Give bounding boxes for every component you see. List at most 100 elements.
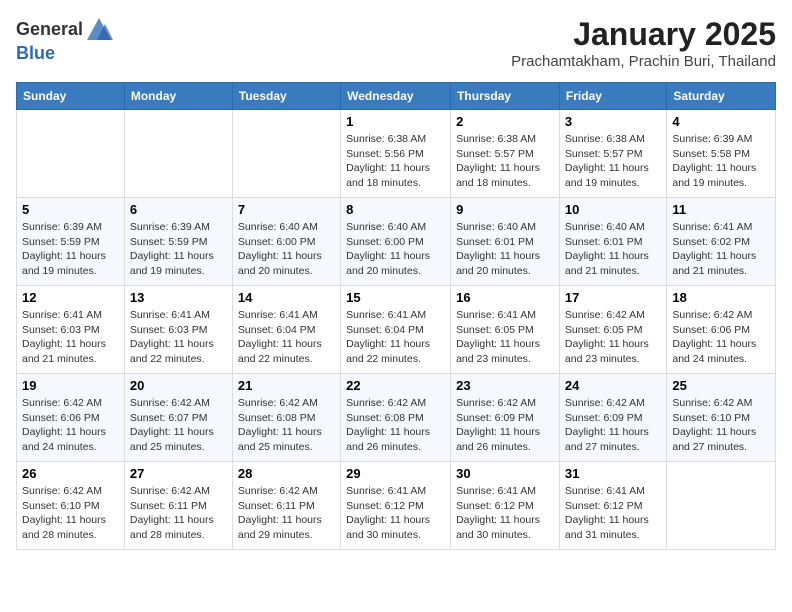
subtitle: Prachamtakham, Prachin Buri, Thailand xyxy=(511,53,776,70)
day-number: 1 xyxy=(346,114,445,129)
day-number: 30 xyxy=(456,466,554,481)
day-number: 25 xyxy=(672,378,770,393)
calendar-cell: 14 Sunrise: 6:41 AM Sunset: 6:04 PM Dayli… xyxy=(232,286,340,374)
day-info: Sunrise: 6:42 AM Sunset: 6:06 PM Dayligh… xyxy=(22,396,119,455)
weekday-header-thursday: Thursday xyxy=(451,83,560,110)
day-number: 16 xyxy=(456,290,554,305)
month-title: January 2025 xyxy=(511,16,776,53)
calendar-cell: 28Sunrise: 6:42 AM Sunset: 6:11 PM Dayli… xyxy=(232,462,340,550)
day-info: Sunrise: 6:42 AM Sunset: 6:07 PM Dayligh… xyxy=(130,396,227,455)
logo: General Blue xyxy=(16,16,113,64)
calendar-cell: 9Sunrise: 6:40 AM Sunset: 6:01 PM Daylig… xyxy=(451,198,560,286)
day-info: Sunrise: 6:39 AM Sunset: 5:59 PM Dayligh… xyxy=(130,220,227,279)
weekday-header-monday: Monday xyxy=(124,83,232,110)
calendar-cell xyxy=(124,110,232,198)
day-number: 9 xyxy=(456,202,554,217)
calendar-cell: 21 Sunrise: 6:42 AM Sunset: 6:08 PM Dayli… xyxy=(232,374,340,462)
calendar-table: SundayMondayTuesdayWednesdayThursdayFrid… xyxy=(16,82,776,550)
day-number: 8 xyxy=(346,202,445,217)
calendar-cell: 23Sunrise: 6:42 AM Sunset: 6:09 PM Dayli… xyxy=(451,374,560,462)
calendar-cell: 22 Sunrise: 6:42 AM Sunset: 6:08 PM Dayli… xyxy=(341,374,451,462)
calendar-cell: 4 Sunrise: 6:39 AM Sunset: 5:58 PM Daylig… xyxy=(667,110,776,198)
day-number: 2 xyxy=(456,114,554,129)
day-info: Sunrise: 6:42 AM Sunset: 6:08 PM Dayligh… xyxy=(238,396,335,455)
day-number: 6 xyxy=(130,202,227,217)
calendar-cell: 19 Sunrise: 6:42 AM Sunset: 6:06 PM Dayli… xyxy=(17,374,125,462)
day-info: Sunrise: 6:40 AM Sunset: 6:00 PM Dayligh… xyxy=(238,220,335,279)
day-info: Sunrise: 6:42 AM Sunset: 6:10 PM Dayligh… xyxy=(22,484,119,543)
day-info: Sunrise: 6:42 AM Sunset: 6:08 PM Dayligh… xyxy=(346,396,445,455)
calendar-cell: 10 Sunrise: 6:40 AM Sunset: 6:01 PM Dayli… xyxy=(559,198,666,286)
day-info: Sunrise: 6:41 AM Sunset: 6:12 PM Dayligh… xyxy=(565,484,661,543)
day-number: 27 xyxy=(130,466,227,481)
day-number: 4 xyxy=(672,114,770,129)
logo-icon xyxy=(85,16,113,44)
calendar-cell: 30 Sunrise: 6:41 AM Sunset: 6:12 PM Dayli… xyxy=(451,462,560,550)
day-number: 19 xyxy=(22,378,119,393)
calendar-cell: 26 Sunrise: 6:42 AM Sunset: 6:10 PM Dayli… xyxy=(17,462,125,550)
day-info: Sunrise: 6:41 AM Sunset: 6:04 PM Dayligh… xyxy=(238,308,335,367)
day-number: 12 xyxy=(22,290,119,305)
calendar-cell xyxy=(667,462,776,550)
day-number: 29 xyxy=(346,466,445,481)
weekday-header-sunday: Sunday xyxy=(17,83,125,110)
calendar-cell xyxy=(232,110,340,198)
calendar-week-row: 19 Sunrise: 6:42 AM Sunset: 6:06 PM Dayli… xyxy=(17,374,776,462)
day-number: 26 xyxy=(22,466,119,481)
calendar-week-row: 5 Sunrise: 6:39 AM Sunset: 5:59 PM Daylig… xyxy=(17,198,776,286)
calendar-cell: 12 Sunrise: 6:41 AM Sunset: 6:03 PM Dayli… xyxy=(17,286,125,374)
calendar-cell: 2 Sunrise: 6:38 AM Sunset: 5:57 PM Daylig… xyxy=(451,110,560,198)
day-info: Sunrise: 6:42 AM Sunset: 6:11 PM Dayligh… xyxy=(130,484,227,543)
calendar-cell: 3 Sunrise: 6:38 AM Sunset: 5:57 PM Daylig… xyxy=(559,110,666,198)
day-number: 3 xyxy=(565,114,661,129)
day-info: Sunrise: 6:41 AM Sunset: 6:12 PM Dayligh… xyxy=(456,484,554,543)
day-info: Sunrise: 6:40 AM Sunset: 6:01 PM Dayligh… xyxy=(565,220,661,279)
calendar-week-row: 1 Sunrise: 6:38 AM Sunset: 5:56 PM Daylig… xyxy=(17,110,776,198)
day-info: Sunrise: 6:42 AM Sunset: 6:11 PM Dayligh… xyxy=(238,484,335,543)
calendar-cell: 16 Sunrise: 6:41 AM Sunset: 6:05 PM Dayli… xyxy=(451,286,560,374)
weekday-header-tuesday: Tuesday xyxy=(232,83,340,110)
calendar-cell: 7 Sunrise: 6:40 AM Sunset: 6:00 PM Daylig… xyxy=(232,198,340,286)
day-info: Sunrise: 6:42 AM Sunset: 6:06 PM Dayligh… xyxy=(672,308,770,367)
calendar-cell: 15 Sunrise: 6:41 AM Sunset: 6:04 PM Dayli… xyxy=(341,286,451,374)
day-info: Sunrise: 6:38 AM Sunset: 5:57 PM Dayligh… xyxy=(565,132,661,191)
calendar-cell: 17Sunrise: 6:42 AM Sunset: 6:05 PM Dayli… xyxy=(559,286,666,374)
logo-blue: Blue xyxy=(16,44,55,64)
day-number: 15 xyxy=(346,290,445,305)
page-header: General Blue January 2025 Prachamtakham,… xyxy=(16,16,776,70)
day-info: Sunrise: 6:39 AM Sunset: 5:58 PM Dayligh… xyxy=(672,132,770,191)
calendar-cell: 18 Sunrise: 6:42 AM Sunset: 6:06 PM Dayli… xyxy=(667,286,776,374)
day-info: Sunrise: 6:42 AM Sunset: 6:10 PM Dayligh… xyxy=(672,396,770,455)
day-info: Sunrise: 6:41 AM Sunset: 6:02 PM Dayligh… xyxy=(672,220,770,279)
day-number: 7 xyxy=(238,202,335,217)
day-number: 11 xyxy=(672,202,770,217)
calendar-cell: 27 Sunrise: 6:42 AM Sunset: 6:11 PM Dayli… xyxy=(124,462,232,550)
day-number: 21 xyxy=(238,378,335,393)
day-info: Sunrise: 6:41 AM Sunset: 6:05 PM Dayligh… xyxy=(456,308,554,367)
calendar-week-row: 12 Sunrise: 6:41 AM Sunset: 6:03 PM Dayli… xyxy=(17,286,776,374)
day-info: Sunrise: 6:39 AM Sunset: 5:59 PM Dayligh… xyxy=(22,220,119,279)
weekday-header-saturday: Saturday xyxy=(667,83,776,110)
day-number: 18 xyxy=(672,290,770,305)
day-info: Sunrise: 6:41 AM Sunset: 6:04 PM Dayligh… xyxy=(346,308,445,367)
day-info: Sunrise: 6:38 AM Sunset: 5:57 PM Dayligh… xyxy=(456,132,554,191)
calendar-cell: 6 Sunrise: 6:39 AM Sunset: 5:59 PM Daylig… xyxy=(124,198,232,286)
day-info: Sunrise: 6:40 AM Sunset: 6:00 PM Dayligh… xyxy=(346,220,445,279)
calendar-cell: 8 Sunrise: 6:40 AM Sunset: 6:00 PM Daylig… xyxy=(341,198,451,286)
calendar-cell: 29Sunrise: 6:41 AM Sunset: 6:12 PM Dayli… xyxy=(341,462,451,550)
calendar-week-row: 26 Sunrise: 6:42 AM Sunset: 6:10 PM Dayli… xyxy=(17,462,776,550)
day-number: 24 xyxy=(565,378,661,393)
calendar-cell: 11 Sunrise: 6:41 AM Sunset: 6:02 PM Dayli… xyxy=(667,198,776,286)
weekday-header-wednesday: Wednesday xyxy=(341,83,451,110)
day-number: 22 xyxy=(346,378,445,393)
day-number: 5 xyxy=(22,202,119,217)
calendar-cell: 25 Sunrise: 6:42 AM Sunset: 6:10 PM Dayli… xyxy=(667,374,776,462)
calendar-cell: 13Sunrise: 6:41 AM Sunset: 6:03 PM Dayli… xyxy=(124,286,232,374)
day-number: 14 xyxy=(238,290,335,305)
calendar-cell: 1 Sunrise: 6:38 AM Sunset: 5:56 PM Daylig… xyxy=(341,110,451,198)
day-number: 23 xyxy=(456,378,554,393)
day-number: 13 xyxy=(130,290,227,305)
day-info: Sunrise: 6:41 AM Sunset: 6:03 PM Dayligh… xyxy=(22,308,119,367)
day-number: 10 xyxy=(565,202,661,217)
day-info: Sunrise: 6:38 AM Sunset: 5:56 PM Dayligh… xyxy=(346,132,445,191)
